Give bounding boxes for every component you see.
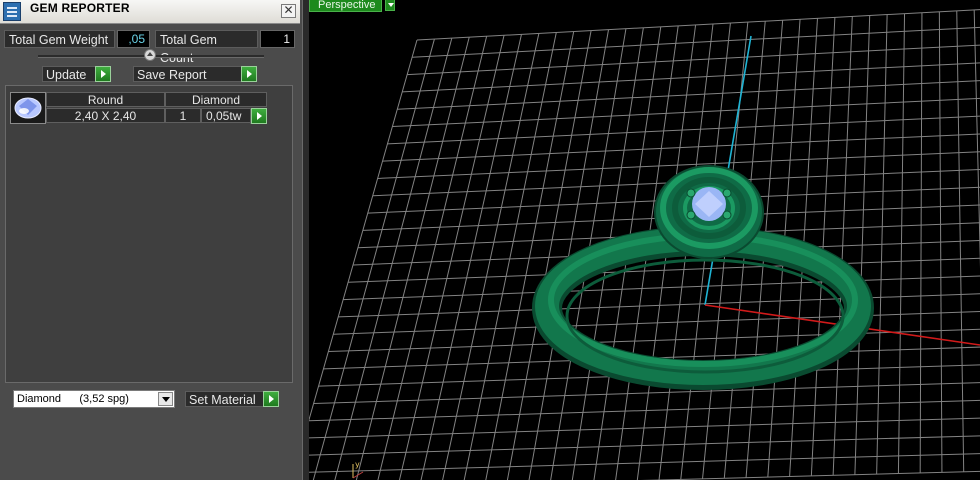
panel-splitter[interactable] <box>302 0 309 480</box>
total-gem-count-value: 1 <box>260 30 295 48</box>
grid-line <box>442 33 540 480</box>
svg-text:y: y <box>355 460 360 469</box>
app-icon <box>3 2 21 21</box>
gem-shape-cell: Round <box>46 92 165 107</box>
grid-line <box>412 26 980 58</box>
material-select-value: Diamond (3,52 spg) <box>17 393 129 405</box>
gem-list <box>5 85 293 383</box>
save-report-button[interactable]: Save Report <box>133 66 257 82</box>
axis-gizmo: y <box>352 460 364 479</box>
material-select[interactable]: Diamond (3,52 spg) <box>13 390 175 408</box>
view-dropdown-icon[interactable] <box>385 0 395 11</box>
grid-line <box>397 80 980 110</box>
grid-line <box>402 62 980 93</box>
gem-reporter-panel: GEM REPORTER ✕ Total Gem Weight ,05 Tota… <box>0 0 302 480</box>
total-gem-weight-value: ,05 <box>117 30 150 48</box>
grid-line <box>334 37 453 480</box>
grid-line <box>463 32 557 480</box>
gem-count-cell: 1 <box>165 108 201 123</box>
grid-line <box>416 9 980 41</box>
dropdown-arrow-icon[interactable] <box>158 392 173 406</box>
grid-line <box>640 470 980 480</box>
viewport-scene <box>309 9 980 480</box>
perspective-viewport[interactable]: Perspective y <box>309 0 980 480</box>
grid-line <box>312 38 435 480</box>
set-material-label: Set Material <box>189 393 256 407</box>
arrow-right-icon <box>95 66 111 82</box>
gem-weight-cell: 0,05tw <box>201 108 251 123</box>
gem-thumbnail[interactable] <box>10 92 46 124</box>
grid-line <box>377 36 488 480</box>
update-label: Update <box>46 68 87 82</box>
arrow-right-icon <box>251 108 267 124</box>
grid-line <box>398 35 505 480</box>
total-gem-count-label: Total Gem Count <box>155 30 258 65</box>
gem-type-cell: Diamond <box>165 92 267 107</box>
grid-line <box>407 44 980 76</box>
grid-line <box>309 399 980 422</box>
gem-size-cell: 2,40 X 2,40 <box>46 108 165 123</box>
set-material-button[interactable]: Set Material <box>185 391 279 407</box>
update-button[interactable]: Update <box>42 66 111 82</box>
arrow-right-icon <box>241 66 257 82</box>
grid-line <box>309 453 980 473</box>
view-name-label[interactable]: Perspective <box>309 0 383 12</box>
grid-line <box>309 39 418 422</box>
panel-titlebar: GEM REPORTER ✕ <box>0 0 300 24</box>
close-icon[interactable]: ✕ <box>281 4 296 18</box>
arrow-right-icon <box>263 391 279 407</box>
total-gem-weight-label: Total Gem Weight <box>4 30 115 48</box>
panel-title: GEM REPORTER <box>30 1 130 15</box>
gem-row-arrow-button[interactable] <box>250 108 267 124</box>
slider-knob[interactable] <box>144 49 156 61</box>
save-report-label: Save Report <box>137 68 207 82</box>
